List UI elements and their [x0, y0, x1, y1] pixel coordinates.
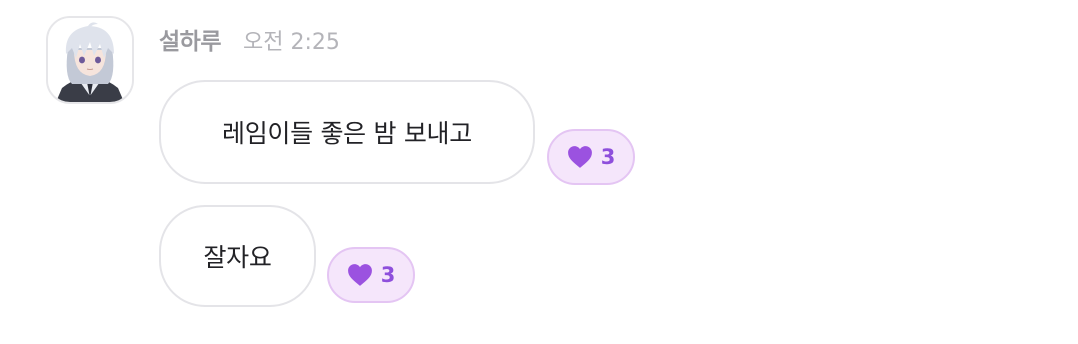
avatar[interactable]: [46, 16, 134, 104]
reaction-button[interactable]: 3: [327, 247, 415, 303]
anime-character-avatar-icon: [48, 18, 132, 102]
reaction-count: 3: [600, 145, 616, 169]
reaction-button[interactable]: 3: [547, 129, 635, 185]
message-bubble[interactable]: 레임이들 좋은 밤 보내고: [159, 80, 535, 184]
message-text: 레임이들 좋은 밤 보내고: [222, 119, 472, 148]
heart-icon: [347, 264, 372, 286]
message-bubble[interactable]: 잘자요: [159, 205, 316, 307]
heart-icon: [567, 146, 592, 168]
message-text: 잘자요: [203, 243, 272, 272]
message-header: 설하루 오전 2:25: [159, 22, 340, 58]
timestamp: 오전 2:25: [242, 30, 340, 55]
sender-name[interactable]: 설하루: [159, 22, 221, 56]
reaction-count: 3: [380, 263, 396, 287]
